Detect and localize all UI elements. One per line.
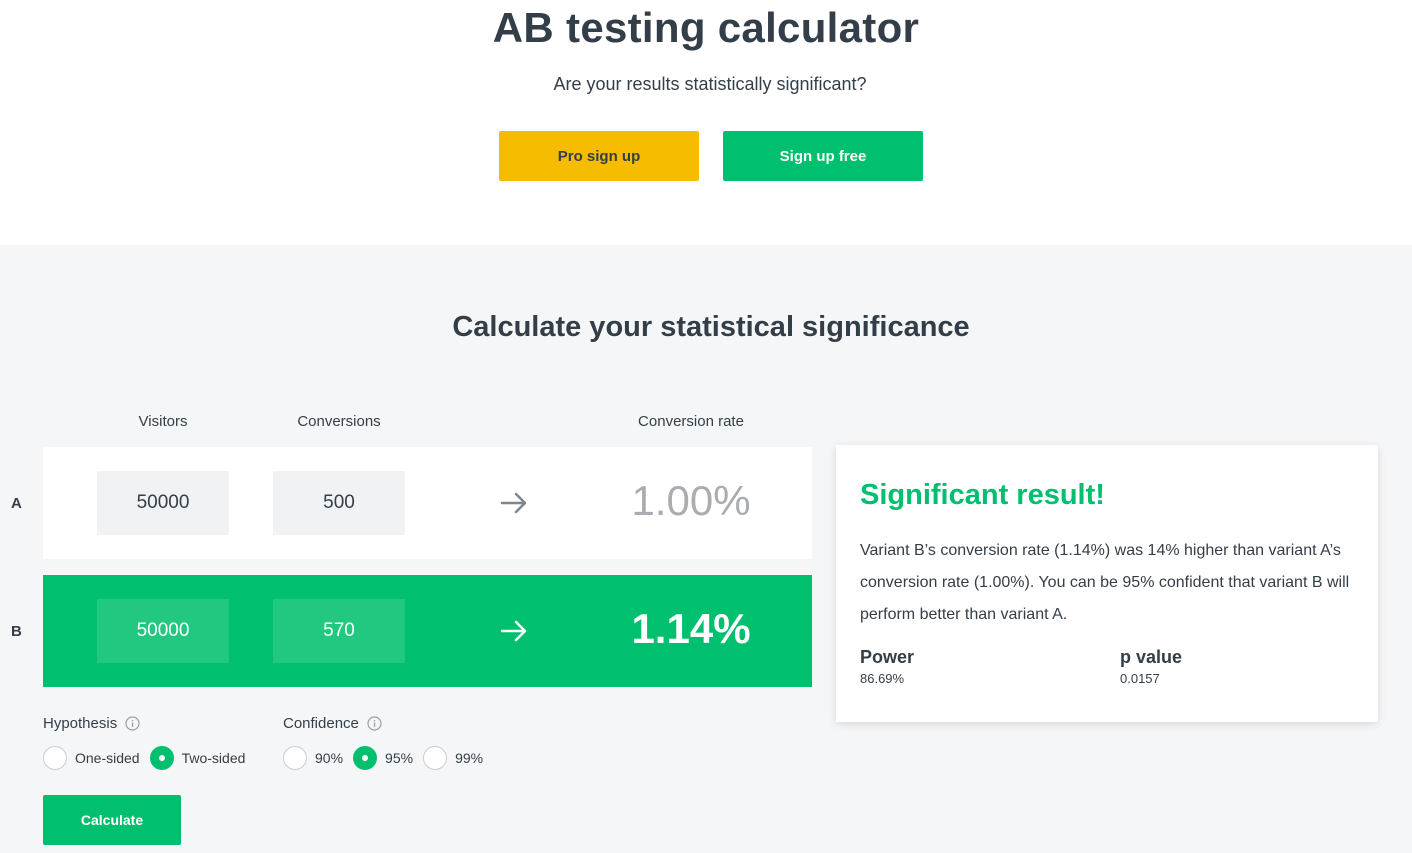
result-description: Variant B’s conversion rate (1.14%) was …	[860, 542, 1350, 623]
variant-b-conversions-input[interactable]	[273, 599, 405, 663]
radio-checked-icon[interactable]	[149, 746, 174, 770]
radio-label: Two-sided	[181, 750, 246, 766]
arrow-right-icon	[500, 620, 527, 642]
radio-label: 99%	[455, 750, 484, 766]
radio-label: One-sided	[75, 750, 140, 766]
radio-unchecked-icon[interactable]	[423, 746, 448, 770]
info-icon[interactable]	[367, 716, 382, 731]
conversions-column-header: Conversions	[297, 413, 381, 430]
sign-up-free-button[interactable]: Sign up free	[723, 131, 923, 181]
conversion-rate-column-header: Conversion rate	[638, 413, 744, 430]
hypothesis-radio-group: One-sided Two-sided	[43, 746, 255, 770]
confidence-95-option[interactable]: 95%	[353, 746, 417, 770]
power-label: Power	[860, 647, 915, 667]
result-title: Significant result!	[860, 479, 1105, 511]
variant-b-visitors-input[interactable]	[97, 599, 229, 663]
confidence-90-option[interactable]: 90%	[283, 746, 347, 770]
calculator-section: Calculate your statistical significance …	[0, 245, 1412, 853]
radio-unchecked-icon[interactable]	[283, 746, 307, 770]
hypothesis-two-sided-option[interactable]: Two-sided	[149, 746, 250, 770]
calculate-button[interactable]: Calculate	[43, 795, 181, 845]
page-title: AB testing calculator	[492, 4, 920, 51]
radio-label: 90%	[315, 750, 344, 766]
p-value-value: 0.0157	[1120, 671, 1160, 686]
variant-a-conversion-rate: 1.00%	[631, 477, 751, 524]
calculator-title: Calculate your statistical significance	[452, 311, 970, 343]
variant-b-conversion-rate: 1.14%	[631, 605, 751, 652]
visitors-column-header: Visitors	[138, 413, 188, 430]
variant-a-row: 1.00%	[43, 447, 812, 559]
hypothesis-one-sided-option[interactable]: One-sided	[43, 746, 144, 770]
variant-a-label: A	[11, 495, 22, 512]
variant-a-conversions-input[interactable]	[273, 471, 405, 535]
power-value: 86.69%	[860, 671, 905, 686]
radio-checked-icon[interactable]	[353, 746, 378, 770]
power-stat: Power 86.69%	[860, 647, 914, 686]
arrow-right-icon	[500, 492, 527, 514]
pro-sign-up-button[interactable]: Pro sign up	[499, 131, 699, 181]
p-value-stat: p value 0.0157	[1120, 647, 1182, 686]
confidence-label-text: Confidence	[283, 715, 359, 732]
hero-section: AB testing calculator Are your results s…	[0, 0, 1412, 245]
p-value-label: p value	[1120, 647, 1183, 667]
variant-a-visitors-input[interactable]	[97, 471, 229, 535]
hypothesis-label: Hypothesis	[43, 715, 140, 732]
variant-b-label: B	[11, 623, 22, 640]
page-subtitle: Are your results statistically significa…	[553, 74, 867, 94]
radio-unchecked-icon[interactable]	[43, 746, 67, 770]
hypothesis-label-text: Hypothesis	[43, 715, 118, 732]
confidence-radio-group: 90% 95% 99%	[283, 746, 493, 770]
radio-label: 95%	[385, 750, 414, 766]
result-card: Significant result! Variant B’s conversi…	[836, 445, 1378, 722]
info-icon[interactable]	[125, 716, 140, 731]
confidence-99-option[interactable]: 99%	[423, 746, 487, 770]
confidence-label: Confidence	[283, 715, 382, 732]
variant-b-row: 1.14%	[43, 575, 812, 687]
